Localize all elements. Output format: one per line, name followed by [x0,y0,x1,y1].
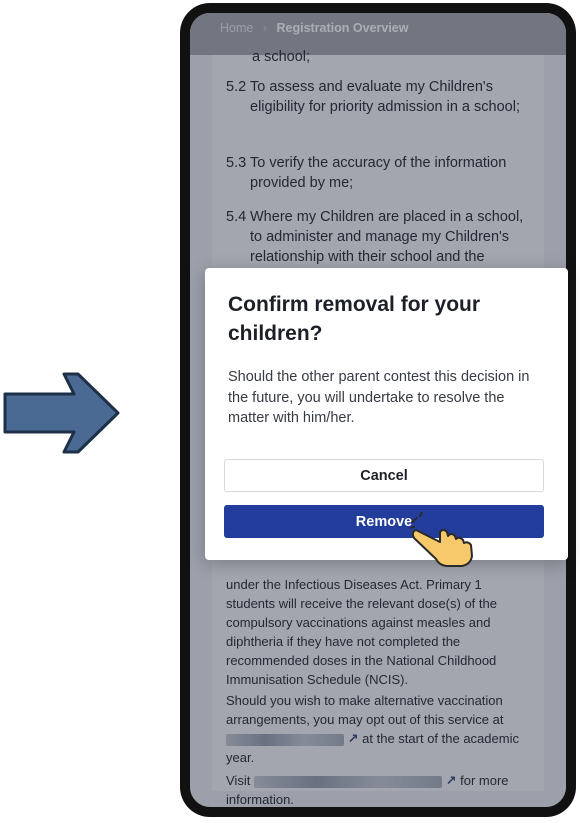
remove-button[interactable]: Remove [224,505,544,538]
cancel-button[interactable]: Cancel [224,459,544,492]
confirm-removal-dialog: Confirm removal for your children? Shoul… [205,268,568,560]
pointing-hand-icon [410,512,473,567]
right-arrow-icon [3,372,120,454]
dialog-body: Should the other parent contest this dec… [228,369,530,426]
dialog-title: Confirm removal for your children? [228,293,481,345]
